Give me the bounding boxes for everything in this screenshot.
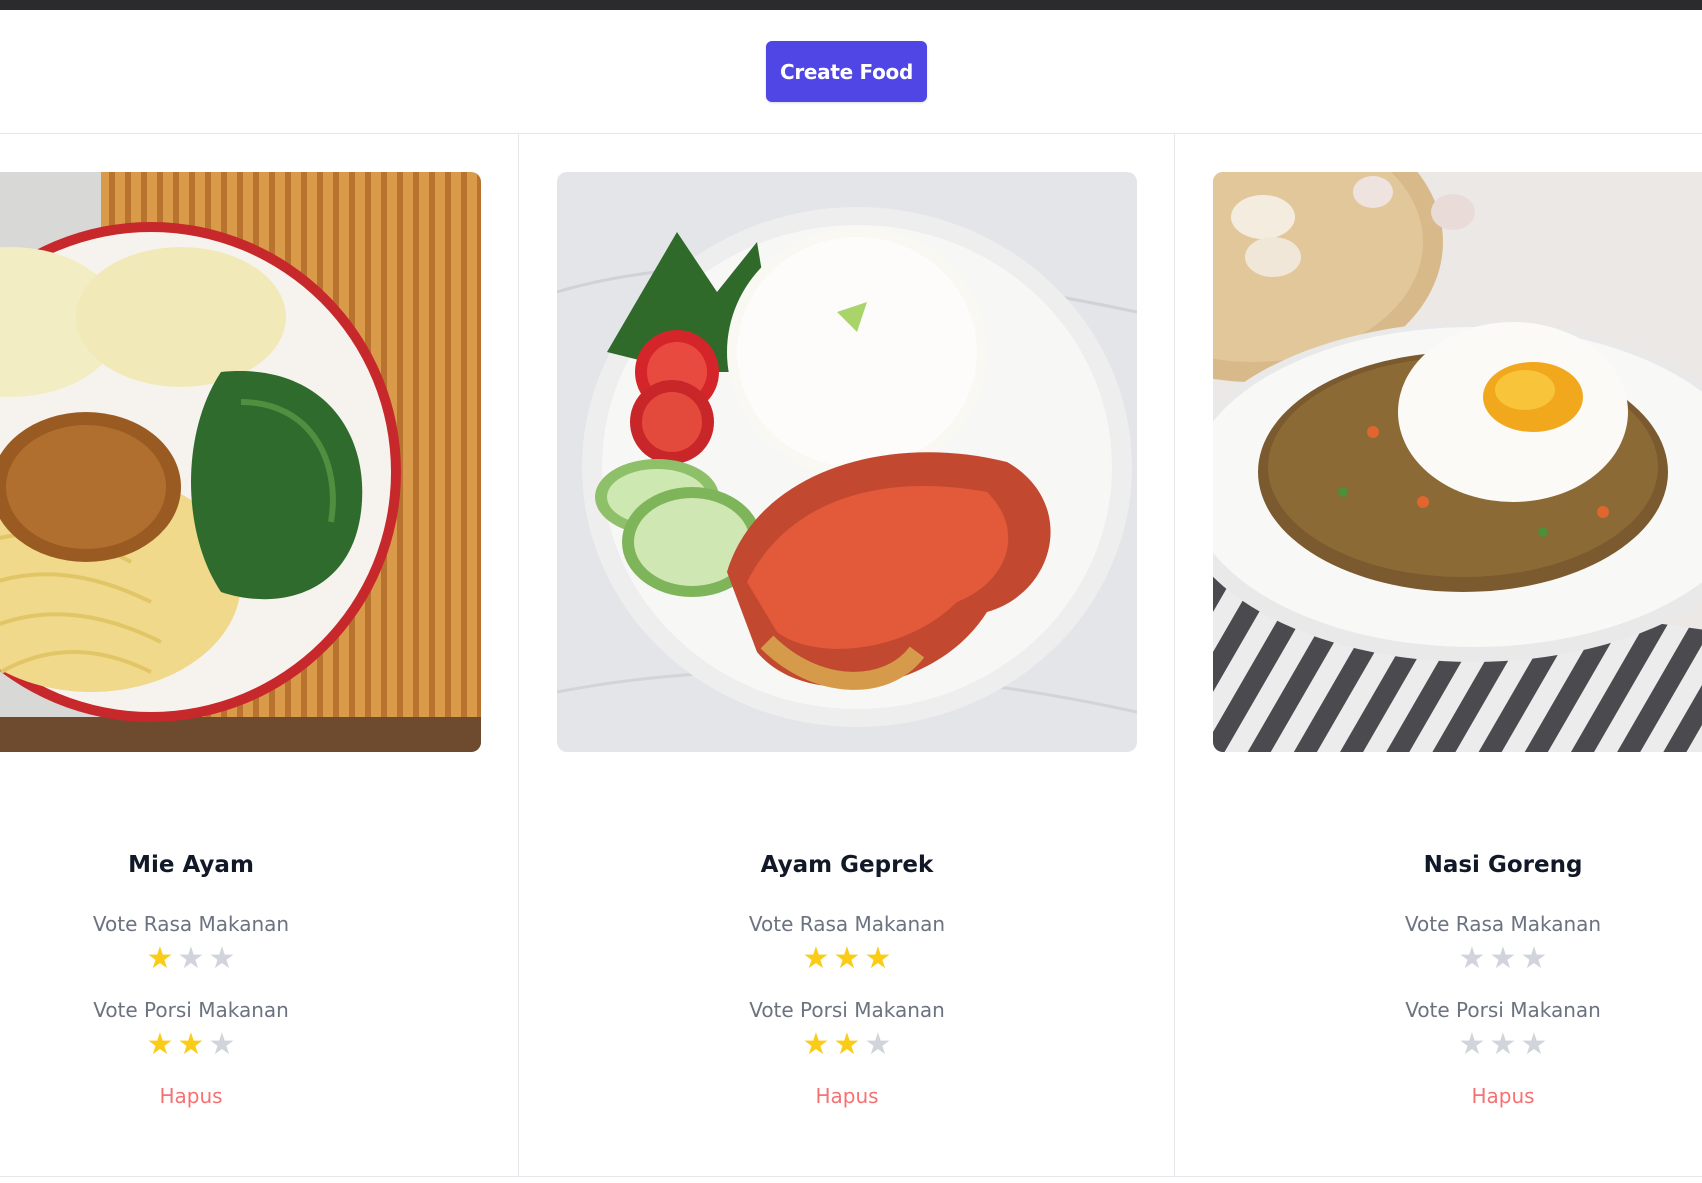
star-icon[interactable]: ★ (1457, 1028, 1488, 1062)
star-icon[interactable]: ★ (145, 942, 176, 976)
star-icon[interactable]: ★ (1457, 942, 1488, 976)
food-name: Nasi Goreng (1423, 852, 1583, 878)
delete-button[interactable]: Hapus (1471, 1084, 1534, 1108)
food-image-mie-ayam (0, 172, 481, 752)
star-icon[interactable]: ★ (207, 1028, 238, 1062)
vote-rasa-label: Vote Rasa Makanan (92, 912, 290, 936)
rating-porsi: ★ ★ ★ (0, 1028, 519, 1062)
vote-porsi-label: Vote Porsi Makanan (1405, 998, 1601, 1022)
star-icon[interactable]: ★ (176, 1028, 207, 1062)
star-icon[interactable]: ★ (145, 1028, 176, 1062)
food-card: Mie Ayam Vote Rasa Makanan ★ ★ ★ Vote Pors… (0, 134, 519, 1176)
grid-divider (0, 1176, 1702, 1177)
rating-rasa: ★ ★ ★ (0, 942, 519, 976)
star-icon[interactable]: ★ (176, 942, 207, 976)
top-bar: Create Food (0, 10, 1702, 134)
delete-row: Hapus (1175, 1084, 1702, 1108)
food-image-ayam-geprek (557, 172, 1137, 752)
food-grid: Mie Ayam Vote Rasa Makanan ★ ★ ★ Vote Pors… (0, 134, 1702, 1182)
delete-row: Hapus (519, 1084, 1175, 1108)
delete-button[interactable]: Hapus (159, 1084, 222, 1108)
star-icon[interactable]: ★ (863, 1028, 894, 1062)
create-food-button[interactable]: Create Food (766, 41, 927, 102)
food-name: Mie Ayam (128, 852, 254, 878)
vote-rasa-label: Vote Rasa Makanan (748, 912, 946, 936)
star-icon[interactable]: ★ (801, 942, 832, 976)
delete-row: Hapus (0, 1084, 519, 1108)
food-card: Ayam Geprek Vote Rasa Makanan ★ ★ ★ Vote P… (519, 134, 1175, 1176)
star-icon[interactable]: ★ (801, 1028, 832, 1062)
vote-porsi-label: Vote Porsi Makanan (749, 998, 945, 1022)
rating-porsi: ★ ★ ★ (519, 1028, 1175, 1062)
star-icon[interactable]: ★ (832, 942, 863, 976)
delete-button[interactable]: Hapus (815, 1084, 878, 1108)
rating-rasa: ★ ★ ★ (1175, 942, 1702, 976)
star-icon[interactable]: ★ (1519, 942, 1550, 976)
star-icon[interactable]: ★ (1488, 942, 1519, 976)
vote-rasa-label: Vote Rasa Makanan (1404, 912, 1602, 936)
food-card: Nasi Goreng Vote Rasa Makanan ★ ★ ★ Vote P… (1175, 134, 1702, 1176)
vote-porsi-label: Vote Porsi Makanan (93, 998, 289, 1022)
star-icon[interactable]: ★ (1519, 1028, 1550, 1062)
star-icon[interactable]: ★ (1488, 1028, 1519, 1062)
food-image-nasi-goreng (1213, 172, 1702, 752)
food-name: Ayam Geprek (760, 852, 934, 878)
rating-rasa: ★ ★ ★ (519, 942, 1175, 976)
page: Create Food Mie Ayam Vote Rasa Makanan ★… (0, 10, 1702, 1183)
star-icon[interactable]: ★ (832, 1028, 863, 1062)
rating-porsi: ★ ★ ★ (1175, 1028, 1702, 1062)
star-icon[interactable]: ★ (207, 942, 238, 976)
star-icon[interactable]: ★ (863, 942, 894, 976)
